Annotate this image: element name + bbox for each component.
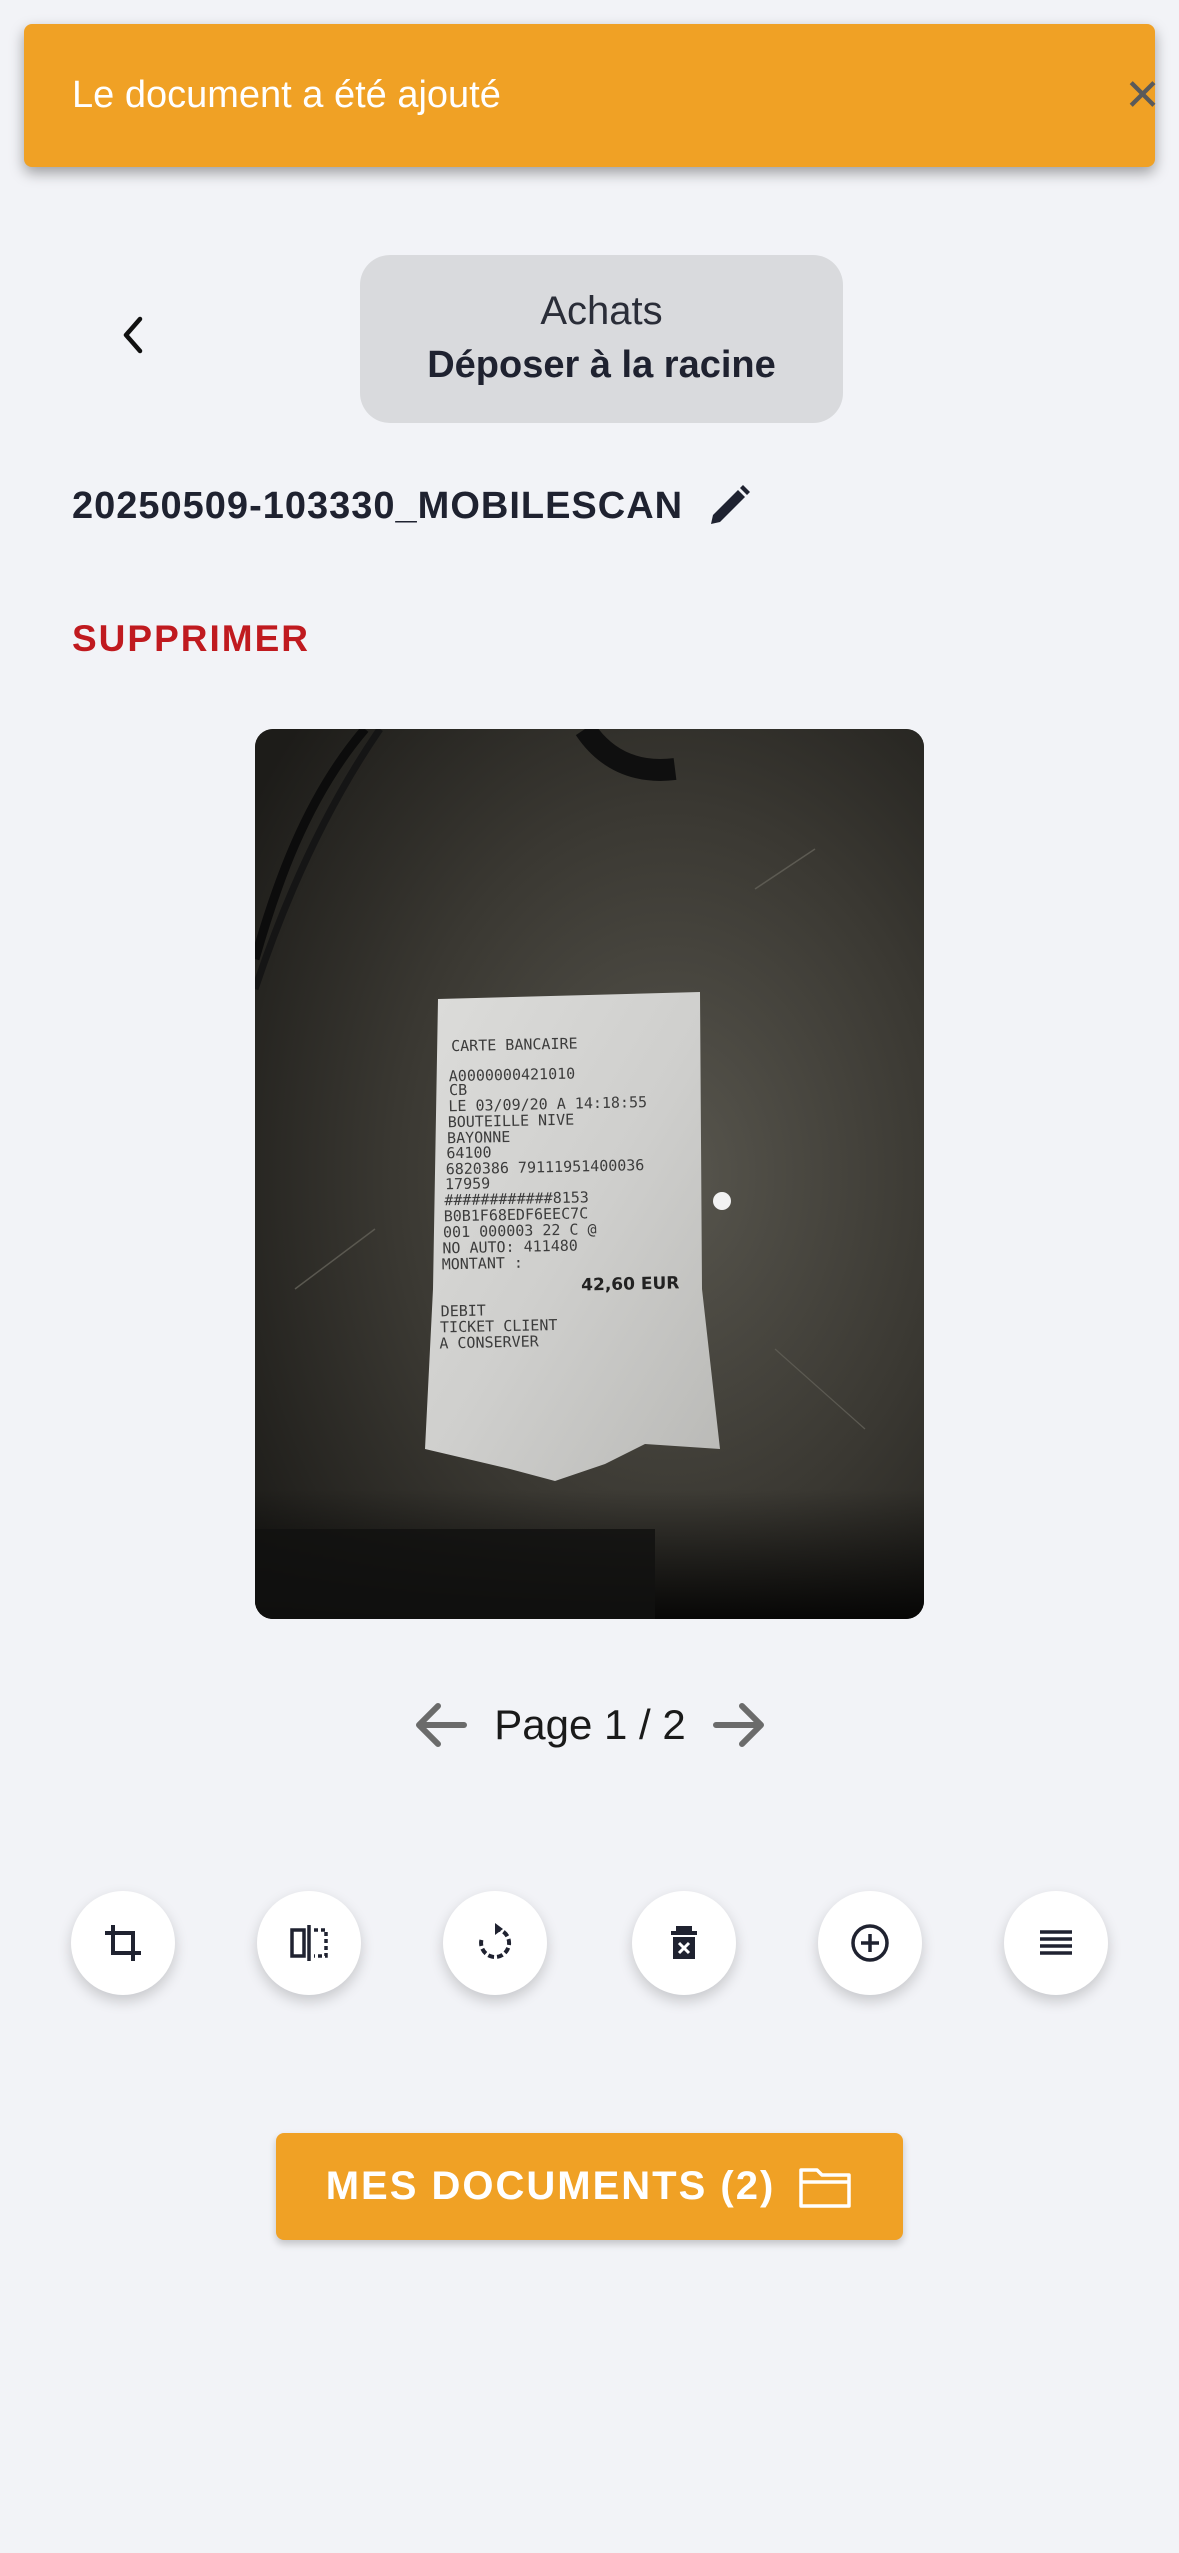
flip-button[interactable] [257,1891,361,1995]
crop-icon [105,1925,141,1961]
filename-row: 20250509-103330_MOBILESCAN [72,476,753,536]
destination-selector[interactable]: Achats Déposer à la racine [360,255,843,423]
delete-page-icon [671,1926,697,1959]
receipt-photo: CARTE BANCAIRE A0000000421010 CB LE 03/0… [255,729,924,1619]
folder-icon [799,2167,852,2208]
chevron-left-icon [123,316,143,354]
receipt-line: A0000000421010 [449,1065,576,1086]
arrow-right-icon[interactable] [712,1700,768,1750]
my-documents-label: MES DOCUMENTS (2) [325,2164,776,2208]
flip-icon [290,1925,328,1961]
document-filename: 20250509-103330_MOBILESCAN [72,484,684,527]
page-navigation: Page 1 / 2 [390,1690,790,1760]
delete-page-button[interactable] [632,1891,736,1995]
destination-folder: Achats [540,289,663,333]
receipt-amount: 42,60 EUR [581,1273,680,1295]
crop-button[interactable] [71,1891,175,1995]
arrow-left-icon[interactable] [412,1700,468,1750]
close-icon[interactable]: ✕ [1124,70,1161,121]
page-indicator: Page 1 / 2 [494,1701,686,1748]
back-button[interactable] [108,310,158,360]
toast-message: Le document a été ajouté [72,74,501,116]
destination-action: Déposer à la racine [427,344,776,386]
reorder-icon [1040,1930,1072,1955]
my-documents-button[interactable]: MES DOCUMENTS (2) [276,2133,903,2240]
receipt-line: MONTANT : [442,1254,524,1274]
edit-pencil-icon[interactable] [705,482,753,530]
add-page-button[interactable] [818,1891,922,1995]
toast-notification: Le document a été ajouté ✕ [24,24,1161,167]
delete-document-button[interactable]: SUPPRIMER [72,618,310,660]
document-preview: CARTE BANCAIRE A0000000421010 CB LE 03/0… [255,729,924,1619]
receipt-line: CARTE BANCAIRE [451,1034,578,1055]
rotate-button[interactable] [443,1891,547,1995]
add-page-icon [851,1924,889,1962]
reorder-button[interactable] [1004,1891,1108,1995]
receipt-line: A CONSERVER [439,1332,540,1352]
rotate-icon [479,1923,512,1959]
